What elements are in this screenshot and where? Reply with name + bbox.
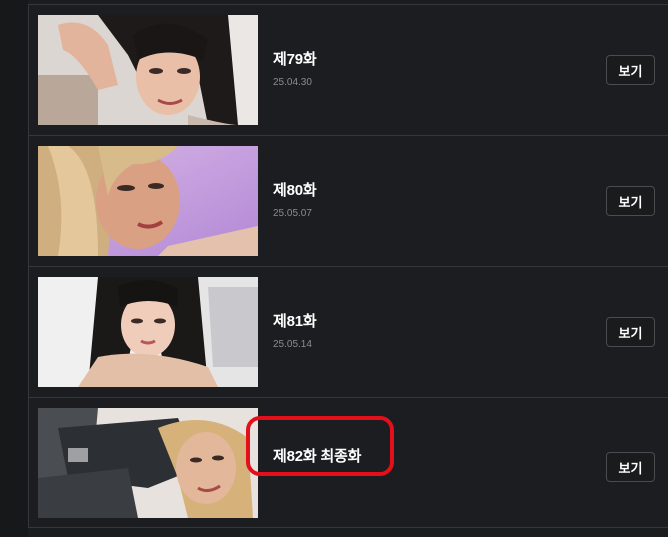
episode-79-thumbnail-image (38, 15, 258, 125)
episode-81-thumbnail-image (38, 277, 258, 387)
episode-date: 25.04.30 (273, 77, 312, 88)
episode-title[interactable]: 제81화 (273, 310, 317, 331)
highlight-annotation (246, 416, 394, 476)
left-gutter (0, 0, 28, 537)
episode-row-81[interactable]: 제81화 25.05.14 보기 (29, 267, 668, 398)
episode-80-thumbnail-image (38, 146, 258, 256)
episode-thumbnail[interactable] (38, 277, 258, 387)
episode-thumbnail[interactable] (38, 146, 258, 256)
episode-row-79[interactable]: 제79화 25.04.30 보기 (29, 5, 668, 136)
view-button[interactable]: 보기 (606, 55, 655, 85)
episode-thumbnail[interactable] (38, 15, 258, 125)
episode-82-thumbnail-image (38, 408, 258, 518)
episode-thumbnail[interactable] (38, 408, 258, 518)
view-button[interactable]: 보기 (606, 452, 655, 482)
view-button[interactable]: 보기 (606, 317, 655, 347)
view-button[interactable]: 보기 (606, 186, 655, 216)
episode-title[interactable]: 제79화 (273, 48, 317, 69)
episode-date: 25.05.14 (273, 339, 312, 350)
episode-date: 25.05.07 (273, 208, 312, 219)
episode-title[interactable]: 제80화 (273, 179, 317, 200)
episode-row-80[interactable]: 제80화 25.05.07 보기 (29, 136, 668, 267)
